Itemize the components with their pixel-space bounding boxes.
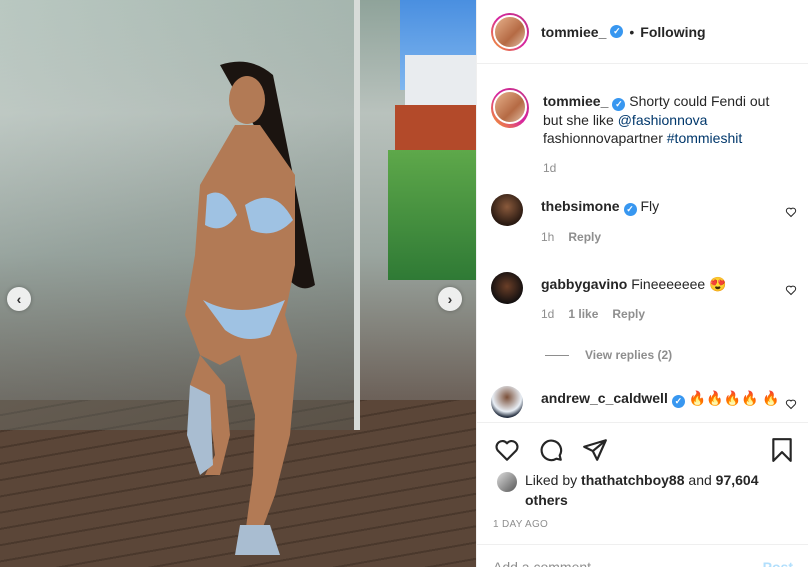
add-comment-bar: Add a comment… Post: [477, 544, 808, 567]
comment-time: 1h: [541, 230, 555, 244]
author-username[interactable]: tommiee_: [541, 24, 606, 40]
photo-green-reflection: [388, 150, 476, 280]
commenter-avatar[interactable]: [491, 386, 523, 418]
comment-text: Fly: [640, 198, 660, 214]
liker-username[interactable]: thathatchboy88: [581, 472, 684, 488]
share-icon[interactable]: [582, 437, 608, 463]
commenter-username[interactable]: thebsimone: [541, 198, 620, 214]
likes-summary: Liked by thathatchboy88 and 97,604 other…: [497, 470, 765, 510]
comment-item: andrew_c_caldwell ✓ 🔥🔥🔥🔥 🔥: [477, 386, 808, 418]
chevron-right-icon: ›: [447, 291, 453, 307]
comment-like-count[interactable]: 1 like: [568, 305, 598, 323]
photo-building: [405, 55, 476, 105]
likes-prefix: Liked by: [525, 472, 582, 488]
view-replies-label: View replies (2): [585, 348, 673, 362]
photo-brick-wall: [395, 105, 476, 155]
liker-avatar[interactable]: [497, 472, 517, 492]
caption-avatar[interactable]: [491, 88, 529, 128]
like-comment-heart-icon[interactable]: [785, 206, 797, 218]
carousel-next-button[interactable]: ›: [438, 287, 462, 311]
view-replies-button[interactable]: View replies (2): [477, 348, 808, 362]
comment-item: gabbygavino Fineeeeeee 😍 1d 1 like Reply: [477, 272, 808, 323]
post-photo[interactable]: ‹ ›: [0, 0, 476, 567]
caption: tommiee_ ✓ Shorty could Fendi out but she…: [477, 88, 808, 177]
save-bookmark-icon[interactable]: [769, 437, 795, 463]
commenter-avatar[interactable]: [491, 272, 523, 304]
separator-dot: •: [629, 23, 635, 40]
commenter-username[interactable]: andrew_c_caldwell: [541, 390, 668, 406]
add-comment-input[interactable]: Add a comment…: [493, 559, 605, 567]
comment-item: thebsimone ✓ Fly 1h Reply: [477, 194, 808, 246]
comment-time: 1d: [541, 307, 555, 321]
post-header: tommiee_ ✓ • Following: [477, 0, 808, 64]
caption-text-mid: fashionnovapartner: [543, 130, 667, 146]
caption-time: 1d: [543, 161, 557, 175]
comments-list[interactable]: tommiee_ ✓ Shorty could Fendi out but she…: [477, 65, 808, 422]
action-bar: [477, 422, 808, 476]
chevron-left-icon: ‹: [16, 291, 22, 307]
post-panel: tommiee_ ✓ • Following tommiee_ ✓ Shorty …: [476, 0, 808, 567]
view-replies-line: [545, 354, 569, 356]
like-heart-icon[interactable]: [494, 437, 520, 463]
comment-icon[interactable]: [538, 437, 564, 463]
post-comment-button[interactable]: Post: [763, 559, 793, 567]
mention-link[interactable]: @fashionnova: [618, 112, 708, 128]
author-avatar[interactable]: [491, 12, 529, 51]
verified-badge-icon: ✓: [610, 25, 624, 38]
hashtag-link[interactable]: #tommieshit: [667, 130, 742, 146]
verified-badge-icon: ✓: [612, 98, 626, 111]
reply-button[interactable]: Reply: [612, 305, 645, 323]
commenter-avatar[interactable]: [491, 194, 523, 226]
commenter-username[interactable]: gabbygavino: [541, 276, 627, 292]
caption-username[interactable]: tommiee_: [543, 93, 608, 109]
verified-badge-icon: ✓: [623, 203, 637, 216]
comment-text: Fineeeeeee 😍: [631, 276, 727, 292]
verified-badge-icon: ✓: [671, 395, 685, 408]
like-comment-heart-icon[interactable]: [785, 398, 797, 410]
comment-text: 🔥🔥🔥🔥 🔥: [688, 390, 780, 406]
following-button[interactable]: Following: [640, 24, 705, 40]
likes-mid: and: [684, 472, 712, 488]
post-date[interactable]: 1 DAY AGO: [493, 519, 548, 530]
photo-person: [185, 61, 315, 555]
reply-button[interactable]: Reply: [568, 228, 601, 246]
carousel-prev-button[interactable]: ‹: [7, 287, 31, 311]
like-comment-heart-icon[interactable]: [785, 284, 797, 296]
